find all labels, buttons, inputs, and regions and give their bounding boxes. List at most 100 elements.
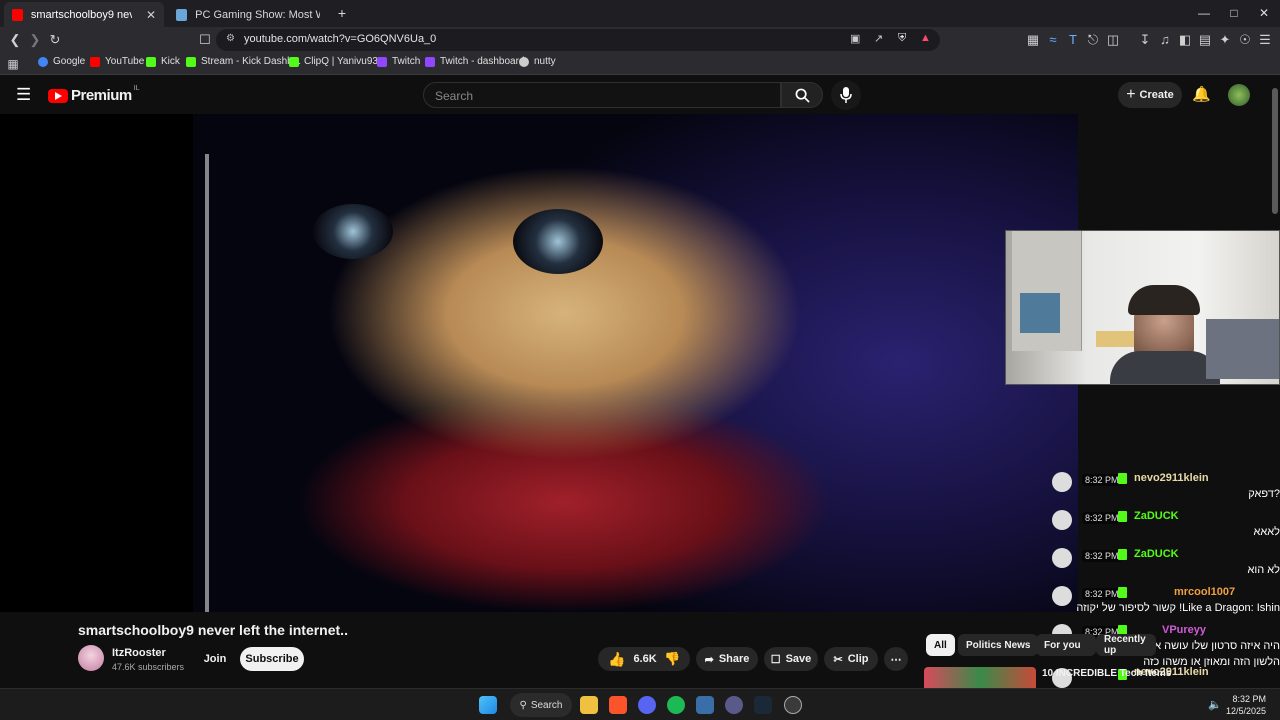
webcam-streamer-shirt (1110, 351, 1220, 384)
app-icon[interactable] (725, 696, 743, 714)
vpn-icon[interactable]: ☉ (1236, 31, 1254, 49)
extension-icon[interactable]: ≈ (1044, 31, 1062, 49)
share-label: Share (718, 653, 750, 665)
logo-region: IL (133, 85, 140, 92)
chat-message: 8:32 PM nevo2911klein ?דפאק (1048, 470, 1280, 506)
apps-grid-icon[interactable]: ▦ (4, 55, 22, 73)
chip-for-you[interactable]: For you (1036, 634, 1096, 656)
new-tab-button[interactable]: + (332, 5, 352, 21)
downloads-icon[interactable]: ↧ (1136, 31, 1154, 49)
back-icon[interactable]: ❮ (6, 31, 24, 49)
system-clock[interactable]: 8:32 PM 12/5/2025 (1226, 693, 1266, 717)
volume-icon[interactable]: 🔈 (1208, 698, 1222, 711)
notifications-bell-icon[interactable]: 🔔 (1192, 85, 1211, 103)
app-icon[interactable] (696, 696, 714, 714)
youtube-premium-logo[interactable]: Premium IL (48, 85, 140, 104)
clock-time: 8:32 PM (1232, 694, 1267, 704)
minimize-button[interactable]: — (1194, 5, 1214, 21)
obs-icon[interactable] (784, 696, 802, 714)
bookmark-icon[interactable]: ☐ (196, 31, 214, 49)
share-button[interactable]: ➦ Share (696, 647, 758, 671)
video-eye-left (313, 204, 393, 259)
microphone-icon (840, 87, 852, 103)
hamburger-menu-icon[interactable]: ☰ (16, 85, 31, 105)
voice-search-button[interactable] (831, 80, 861, 110)
subscribe-button[interactable]: Subscribe (240, 647, 304, 671)
cast-icon[interactable]: ▣ (850, 32, 860, 45)
video-player[interactable] (0, 114, 1078, 612)
page-scrollbar[interactable] (1272, 88, 1278, 214)
chip-politics-news[interactable]: Politics News (958, 634, 1039, 656)
recommended-thumbnail[interactable] (924, 667, 1036, 688)
bookmark-nutty[interactable]: nutty (519, 56, 556, 67)
close-tab-icon[interactable]: ✕ (146, 8, 156, 22)
menu-icon[interactable]: ☰ (1256, 31, 1274, 49)
like-count[interactable]: 6.6K (633, 653, 656, 665)
chip-recently-uploaded[interactable]: Recently up (1096, 634, 1156, 656)
search-input[interactable]: Search (423, 82, 781, 108)
bookmark-clipq[interactable]: ClipQ | Yanivu938 (289, 56, 384, 67)
create-button[interactable]: + Create (1118, 82, 1182, 108)
video-title: smartschoolboy9 never left the internet.… (78, 622, 348, 638)
share-page-icon[interactable]: ↗ (874, 32, 883, 45)
brave-rewards-icon[interactable]: ▲ (920, 32, 931, 44)
brave-browser-icon[interactable] (609, 696, 627, 714)
wallet-icon[interactable]: ▤ (1196, 31, 1214, 49)
tab-pc-gaming-show[interactable]: PC Gaming Show: Most Wanted 2025 (168, 2, 328, 27)
chat-username: mrcool1007 (1174, 586, 1236, 598)
taskbar-search[interactable]: ⚲ Search (510, 693, 572, 717)
bookmark-label: nutty (534, 56, 556, 67)
chip-all[interactable]: All (926, 634, 955, 656)
file-explorer-icon[interactable] (580, 696, 598, 714)
more-actions-icon[interactable]: ⋯ (884, 647, 908, 671)
save-button[interactable]: ☐ Save (764, 647, 818, 671)
steam-icon[interactable] (754, 696, 772, 714)
like-icon[interactable]: 👍 (608, 651, 625, 668)
sidebar-icon[interactable]: ◧ (1176, 31, 1194, 49)
join-button[interactable]: Join (198, 647, 232, 671)
translate-icon[interactable]: T (1064, 31, 1082, 49)
channel-avatar[interactable] (78, 645, 104, 671)
bookmark-label: Google (53, 56, 86, 67)
extension-icon[interactable]: ◫ (1104, 31, 1122, 49)
extensions-puzzle-icon[interactable]: ⎋ (1084, 31, 1102, 49)
extension-icon[interactable]: ▦ (1024, 31, 1042, 49)
bookmark-youtube[interactable]: YouTube (90, 56, 144, 67)
leo-ai-icon[interactable]: ✦ (1216, 31, 1234, 49)
save-label: Save (785, 653, 812, 665)
bookmark-kick-dashboard[interactable]: Stream - Kick Dashb... (186, 56, 301, 67)
site-info-icon[interactable]: ⚙ (226, 33, 235, 44)
music-icon[interactable]: ♫ (1156, 31, 1174, 49)
bookmark-twitch-dashboard[interactable]: Twitch - dashboard (425, 56, 525, 67)
webcam-streamer-hair (1128, 285, 1200, 315)
chat-time: 8:32 PM (1082, 588, 1122, 600)
share-icon: ➦ (704, 653, 714, 666)
discord-icon[interactable] (638, 696, 656, 714)
reload-icon[interactable]: ↻ (46, 31, 64, 49)
maximize-button[interactable]: □ (1224, 5, 1244, 21)
clip-button[interactable]: ✂ Clip (824, 647, 878, 671)
bookmark-label: Stream - Kick Dashb... (201, 56, 302, 67)
brave-shield-icon[interactable]: ⛨ (898, 32, 906, 45)
chat-time: 8:32 PM (1082, 512, 1122, 524)
nutty-icon (519, 56, 529, 67)
channel-name[interactable]: ItzRooster (112, 647, 166, 659)
search-icon (795, 88, 810, 103)
address-bar[interactable]: ⚙ youtube.com/watch?v=GO6QNV6Ua_0 ▣ ↗ ⛨ … (216, 29, 940, 51)
tab-youtube[interactable]: smartschoolboy9 never left the i ✕ (4, 2, 164, 27)
close-window-button[interactable]: ✕ (1254, 5, 1274, 21)
chat-avatar (1052, 586, 1072, 606)
bookmark-twitch[interactable]: Twitch (377, 56, 420, 67)
chat-username: VPureyy (1162, 624, 1207, 636)
forward-icon[interactable]: ❯ (26, 31, 44, 49)
recommended-title[interactable]: 10 INCREDIBLE Tech Items (1042, 668, 1171, 679)
bookmark-kick[interactable]: Kick (146, 56, 180, 67)
account-avatar[interactable] (1228, 84, 1250, 106)
dislike-icon[interactable]: 👎 (664, 651, 680, 667)
search-button[interactable] (781, 82, 823, 108)
spotify-icon[interactable] (667, 696, 685, 714)
bookmark-google[interactable]: Google (38, 56, 85, 67)
browser-tab-strip: smartschoolboy9 never left the i ✕ PC Ga… (0, 0, 1280, 27)
chat-message: 8:32 PM ZaDUCK לא הוא (1048, 546, 1280, 582)
windows-start-icon[interactable] (479, 696, 497, 714)
